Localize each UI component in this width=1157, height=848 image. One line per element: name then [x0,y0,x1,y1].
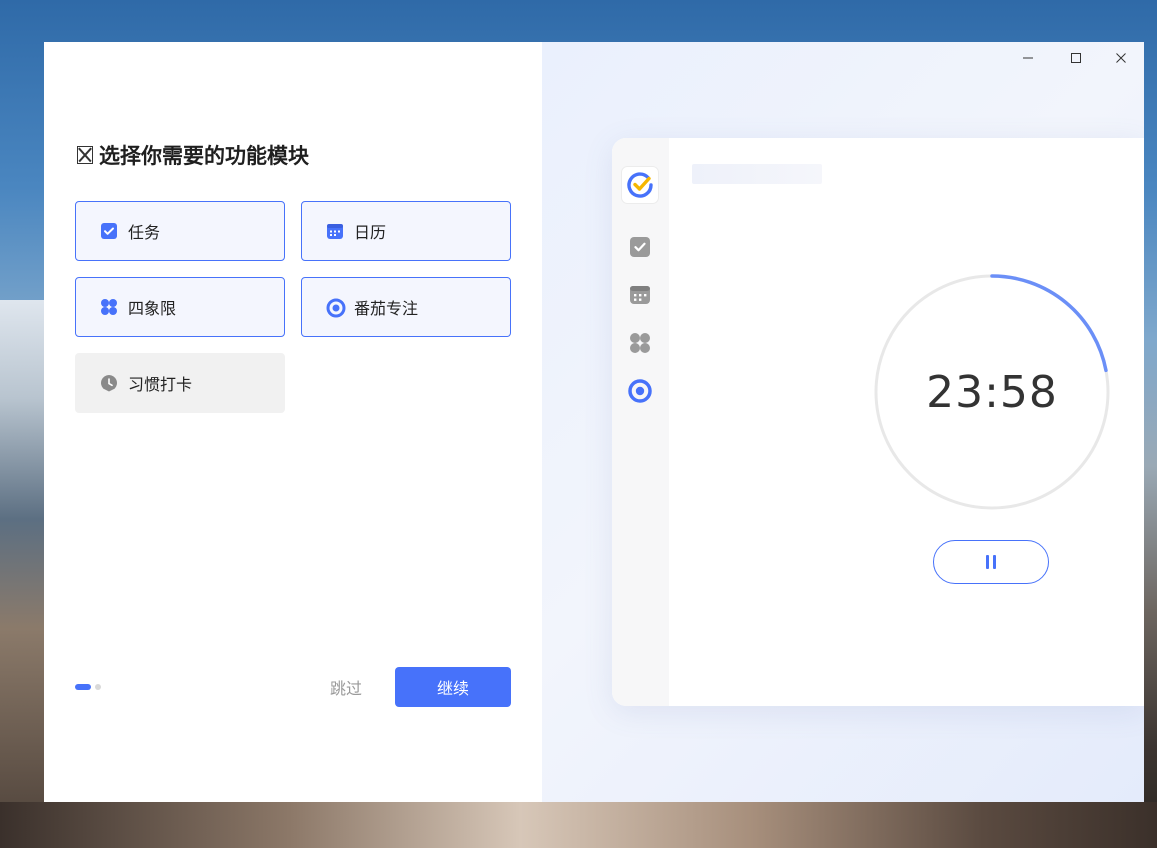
continue-button[interactable]: 继续 [395,667,511,707]
checkbox-icon [100,222,118,240]
app-logo-icon [621,166,659,204]
calendar-icon[interactable] [628,283,652,307]
calendar-icon [326,222,344,240]
preview-panel: 23:58 [542,42,1144,802]
close-button[interactable] [1109,46,1133,70]
pomodoro-timer: 23:58 [874,274,1110,510]
four-leaf-icon [100,298,118,316]
module-pomodoro-option[interactable]: 番茄专注 [301,277,511,337]
module-label: 日历 [354,223,387,242]
page-indicator [75,684,101,690]
module-label: 四象限 [128,299,177,318]
maximize-button[interactable] [1064,46,1088,70]
page-dot [95,684,101,690]
maximize-icon [1071,53,1081,63]
minimize-button[interactable] [1016,46,1040,70]
module-selection-panel: 选择你需要的功能模块 任务 日历 四象限 番茄专注 习惯打卡 跳过 继续 [44,42,542,802]
pomodoro-icon [326,298,346,318]
module-label: 习惯打卡 [128,375,193,394]
module-quadrant-option[interactable]: 四象限 [75,277,285,337]
page-title: 选择你需要的功能模块 [77,140,309,170]
close-icon [1116,53,1126,63]
pomodoro-icon[interactable] [628,379,652,403]
preview-sidebar [612,138,669,706]
page-title-text: 选择你需要的功能模块 [99,144,309,168]
pause-icon [986,555,996,569]
task-icon[interactable] [628,235,652,259]
minimize-icon [1023,57,1033,59]
desktop-wallpaper [0,300,44,848]
title-placeholder [692,164,822,184]
module-task-option[interactable]: 任务 [75,201,285,261]
timer-display: 23:58 [926,366,1058,418]
habit-icon [100,374,118,392]
missing-glyph-icon [77,146,93,164]
skip-button[interactable]: 跳过 [316,667,376,707]
onboarding-window: 选择你需要的功能模块 任务 日历 四象限 番茄专注 习惯打卡 跳过 继续 23:… [44,42,1144,802]
module-label: 任务 [128,223,161,242]
page-dot-active [75,684,91,690]
module-calendar-option[interactable]: 日历 [301,201,511,261]
four-leaf-icon[interactable] [628,331,652,355]
pause-button[interactable] [933,540,1049,584]
app-preview-card: 23:58 [612,138,1144,706]
desktop-wallpaper-bottom [0,802,1157,848]
module-label: 番茄专注 [354,299,419,318]
module-habit-option[interactable]: 习惯打卡 [75,353,285,413]
